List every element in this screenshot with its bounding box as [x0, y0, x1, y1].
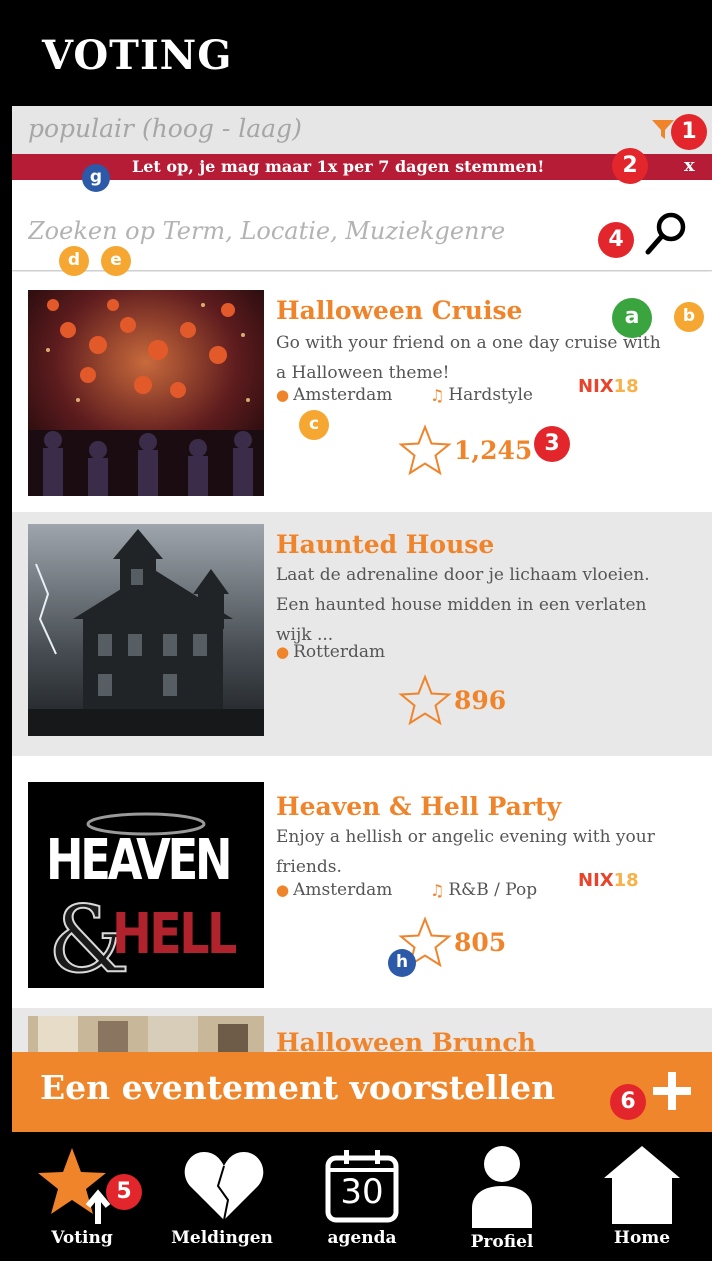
marker-3: 3 [534, 426, 570, 462]
event-title[interactable]: Haunted House [276, 530, 494, 559]
star-icon[interactable] [36, 1146, 118, 1224]
person-icon[interactable] [470, 1144, 534, 1228]
propose-event-label[interactable]: Een eventement voorstellen [40, 1068, 555, 1107]
app-title: VOTING [42, 32, 233, 79]
star-outline-icon[interactable] [398, 424, 452, 476]
location-pin-icon: ● [276, 386, 290, 404]
nav-label: Home [613, 1228, 671, 1248]
marker-e: e [101, 246, 131, 276]
heart-icon[interactable] [184, 1150, 264, 1222]
marker-a: a [612, 298, 652, 338]
genre-text: R&B / Pop [448, 880, 538, 900]
event-genre: ♫ R&B / Pop [430, 880, 537, 900]
marker-6: 6 [610, 1084, 646, 1120]
notice-text: Let op, je mag maar 1x per 7 dagen stemm… [132, 157, 545, 176]
nix18-logo: NIX18 [578, 376, 639, 397]
marker-d: d [59, 246, 89, 276]
event-card[interactable]: Haunted House Laat de adrenaline door je… [12, 512, 712, 756]
nav-label: Voting [51, 1228, 113, 1248]
event-card[interactable]: Halloween Cruise Go with your friend on … [12, 272, 712, 512]
marker-1: 1 [671, 114, 707, 150]
event-card[interactable]: HEAVEN & HELL Heaven & Hell Party Enjoy … [12, 756, 712, 1008]
vote-count: 1,245 [454, 435, 533, 465]
marker-g: g [82, 164, 110, 192]
event-location: ● Amsterdam [276, 385, 392, 405]
poster-line2: HELL [112, 902, 237, 967]
vote-control[interactable]: 1,245 [398, 424, 532, 476]
nix18-logo: NIX18 [578, 870, 639, 891]
nav-item-meldingen[interactable]: Meldingen [152, 1132, 292, 1261]
event-image[interactable] [28, 290, 264, 496]
location-pin-icon: ● [276, 881, 290, 899]
home-icon[interactable] [602, 1144, 682, 1226]
poster-line1: HEAVEN [46, 828, 233, 893]
music-note-icon: ♫ [430, 880, 445, 900]
marker-2: 2 [612, 148, 648, 184]
event-image[interactable]: HEAVEN & HELL [28, 782, 264, 988]
nav-item-agenda[interactable]: 30 agenda [292, 1132, 432, 1261]
vote-control[interactable]: 896 [398, 674, 506, 726]
marker-4: 4 [598, 222, 634, 258]
plus-icon[interactable] [652, 1066, 692, 1116]
location-text: Amsterdam [293, 880, 393, 900]
event-description: Laat de adrenaline door je lichaam vloei… [276, 565, 650, 645]
search-icon[interactable] [644, 210, 690, 256]
location-text: Amsterdam [293, 385, 393, 405]
vote-count: 896 [454, 685, 507, 715]
event-card[interactable]: Halloween Brunch [12, 1008, 712, 1057]
marker-h: h [388, 949, 416, 977]
calendar-day: 30 [340, 1172, 384, 1212]
nav-label: Meldingen [171, 1228, 273, 1248]
nav-item-profiel[interactable]: Profiel [432, 1132, 572, 1261]
music-note-icon: ♫ [430, 385, 445, 405]
marker-5: 5 [106, 1174, 142, 1210]
event-title[interactable]: Halloween Cruise [276, 296, 522, 325]
vote-limit-notice: Let op, je mag maar 1x per 7 dagen stemm… [12, 154, 712, 180]
marker-c: c [299, 410, 329, 440]
location-pin-icon: ● [276, 643, 290, 661]
notice-close-button[interactable]: x [684, 155, 695, 176]
app-header: VOTING [12, 6, 712, 106]
event-title[interactable]: Heaven & Hell Party [276, 792, 561, 821]
sort-bar[interactable]: populair (hoog - laag) [12, 106, 712, 154]
location-text: Rotterdam [293, 642, 386, 662]
event-image[interactable] [28, 1016, 264, 1056]
event-image[interactable] [28, 524, 264, 736]
event-location: ● Amsterdam [276, 880, 392, 900]
marker-b: b [674, 302, 704, 332]
nav-label: agenda [327, 1228, 397, 1248]
sort-label[interactable]: populair (hoog - laag) [28, 114, 302, 143]
propose-event-button[interactable]: Een eventement voorstellen [12, 1052, 712, 1132]
star-outline-icon[interactable] [398, 674, 452, 726]
vote-count: 805 [454, 927, 507, 957]
event-genre: ♫ Hardstyle [430, 385, 533, 405]
nav-item-home[interactable]: Home [572, 1132, 712, 1261]
app-screen: VOTING populair (hoog - laag) Let op, je… [12, 6, 712, 1261]
event-location: ● Rotterdam [276, 642, 385, 662]
nav-label: Profiel [470, 1232, 534, 1252]
genre-text: Hardstyle [448, 385, 533, 405]
